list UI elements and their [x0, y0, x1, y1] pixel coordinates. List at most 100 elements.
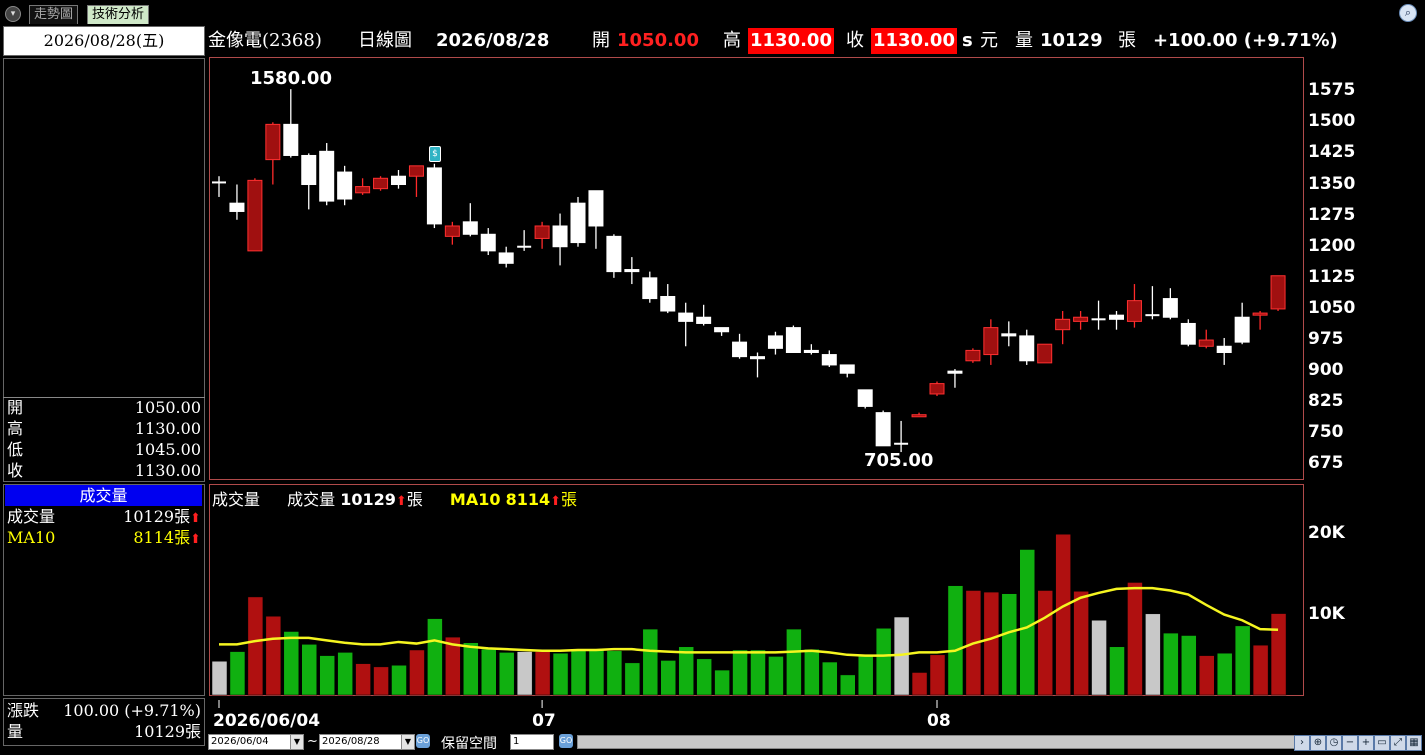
price-tick-label: 825: [1308, 391, 1344, 412]
date-tick-label: 2026/06/04: [213, 711, 321, 731]
volume-bar: [786, 628, 802, 696]
volume-bar: [660, 660, 676, 696]
volume-tick-label: 10K: [1308, 603, 1345, 624]
candle-body: [1198, 339, 1214, 347]
candle-body: [965, 349, 981, 362]
candle-body: [1001, 333, 1017, 337]
volume-bar: [768, 656, 784, 696]
volume-bar: [1270, 613, 1287, 696]
price-tick-label: 1500: [1308, 111, 1356, 132]
end-date-select[interactable]: 2026/08/28 ▼: [319, 734, 415, 750]
candle-body: [1126, 300, 1142, 322]
volume-bar: [983, 591, 1000, 696]
candle-body: [1037, 343, 1053, 364]
zoom-in-icon[interactable]: ⊕: [1310, 735, 1326, 751]
price-tick-label: 675: [1308, 453, 1344, 474]
high-annotation: 1580.00: [250, 68, 332, 89]
candle-body: [767, 335, 783, 349]
start-date-select[interactable]: 2026/06/04 ▼: [208, 734, 304, 750]
candle-body: [355, 186, 371, 194]
candle-body: [373, 177, 389, 190]
clock-icon[interactable]: ◷: [1326, 735, 1342, 751]
volume-bar: [714, 669, 730, 696]
candle-body: [265, 123, 281, 161]
candle-body: [1216, 345, 1232, 353]
volume-bar: [355, 663, 371, 696]
candle-body: [1073, 316, 1089, 322]
volume-bar: [1055, 533, 1071, 696]
plus-icon[interactable]: +: [1358, 735, 1374, 751]
date-tick-label: 08: [927, 711, 951, 731]
volume-title-unit: 張: [406, 490, 423, 509]
candle-body: [588, 190, 604, 227]
candle-body: [1055, 318, 1071, 331]
candle-body: [1180, 322, 1196, 345]
volume-title-vol-value: 10129: [340, 490, 396, 509]
layout-icon[interactable]: ▭: [1374, 735, 1390, 751]
volume-bar: [211, 660, 228, 696]
keep-space-go-button[interactable]: GO: [559, 734, 573, 748]
candle-body: [1270, 275, 1286, 310]
volume-bar: [1109, 646, 1125, 696]
price-tick-label: 1350: [1308, 173, 1356, 194]
go-button[interactable]: GO: [416, 734, 430, 748]
volume-bar: [642, 628, 659, 696]
candle-body: [408, 165, 424, 177]
minus-icon[interactable]: −: [1342, 735, 1358, 751]
candle-body: [750, 356, 765, 360]
volume-bar: [1181, 635, 1197, 696]
ma10-line: [219, 586, 1279, 657]
candle-body: [462, 221, 478, 235]
volume-bar: [337, 652, 353, 696]
price-tick-label: 975: [1308, 329, 1344, 350]
chevron-down-icon[interactable]: ▼: [401, 735, 414, 749]
volume-bar: [588, 648, 605, 696]
candle-body: [301, 154, 317, 186]
chevron-down-icon[interactable]: ▼: [290, 735, 303, 749]
volume-bar: [229, 651, 246, 696]
keep-space-label: 保留空間: [441, 736, 497, 752]
volume-bar: [552, 652, 569, 696]
candle-body: [875, 412, 891, 447]
volume-bar: [678, 646, 694, 696]
horizontal-scrollbar[interactable]: [577, 735, 1297, 749]
volume-title-ma-label: MA10: [449, 490, 501, 509]
volume-bar: [1037, 590, 1053, 696]
volume-bar: [606, 650, 623, 696]
candle-body: [1109, 314, 1124, 320]
volume-bar: [409, 649, 425, 696]
candlestick-chart[interactable]: [0, 0, 1425, 755]
candle-body: [283, 123, 299, 156]
volume-bar: [463, 642, 479, 696]
candle-body: [624, 269, 640, 273]
volume-bar: [857, 654, 874, 696]
footer-toolbar: 2026/06/04 ▼ ~ 2026/08/28 ▼ GO 保留空間 1 GO: [205, 732, 1425, 752]
volume-bar: [1001, 593, 1018, 696]
low-annotation: 705.00: [864, 450, 934, 471]
up-arrow-icon: ⬆: [550, 494, 562, 509]
price-tick-label: 1125: [1308, 266, 1356, 287]
volume-bar: [1145, 613, 1161, 696]
volume-title-ma-value: 8114: [505, 490, 551, 509]
candle-body: [983, 327, 999, 356]
volume-bar: [804, 648, 820, 696]
volume-bar: [1234, 625, 1251, 696]
restore-icon[interactable]: ⤢: [1390, 735, 1406, 751]
candle-body: [803, 349, 819, 353]
candle-body: [696, 316, 712, 324]
scroll-right-icon[interactable]: ›: [1294, 735, 1310, 751]
keep-space-input[interactable]: 1: [510, 734, 554, 750]
price-tick-label: 1200: [1308, 235, 1356, 256]
volume-bar: [840, 674, 856, 696]
chart-settings-icon[interactable]: ▦: [1406, 735, 1422, 751]
volume-tick-label: 20K: [1308, 523, 1345, 544]
price-tick-label: 1275: [1308, 204, 1356, 225]
candle-body: [1252, 312, 1268, 316]
event-marker-icon[interactable]: $: [429, 146, 441, 162]
volume-bar: [732, 649, 748, 696]
volume-bar: [319, 655, 335, 696]
volume-bar: [1252, 644, 1269, 696]
volume-bar: [911, 672, 928, 696]
price-tick-label: 1425: [1308, 142, 1356, 163]
volume-bar: [929, 654, 946, 696]
